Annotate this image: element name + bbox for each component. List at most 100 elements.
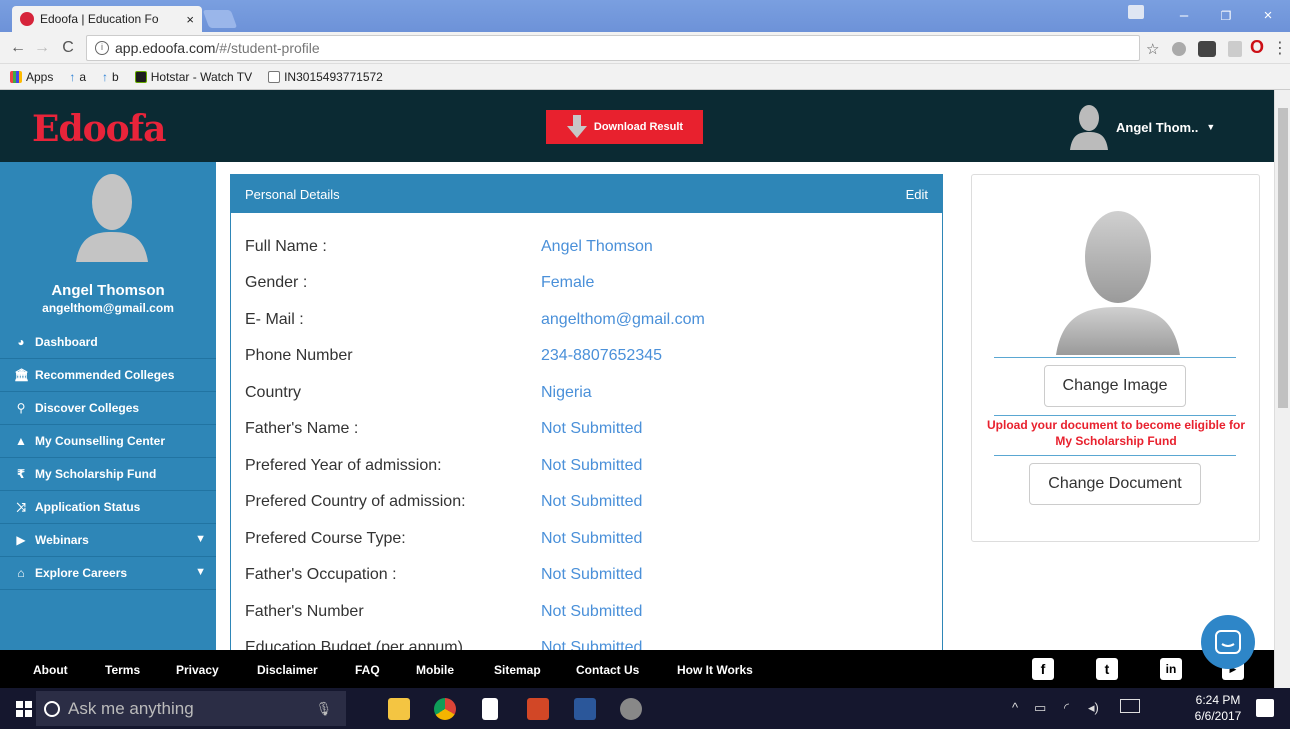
pdf-extension-icon[interactable]: [1228, 41, 1242, 57]
reload-icon[interactable]: C: [58, 38, 78, 58]
new-tab-button[interactable]: [202, 10, 238, 28]
change-document-button[interactable]: Change Document: [1029, 463, 1201, 505]
detail-value: Not Submitted: [541, 420, 643, 437]
globe-extension-icon[interactable]: [1172, 42, 1186, 56]
close-window-button[interactable]: ×: [1250, 4, 1286, 28]
chrome-menu-icon[interactable]: ⋮: [1272, 38, 1288, 58]
site-header: Edoofa Download Result Angel Thom.. ▼: [0, 90, 1274, 162]
detail-row: Country Nigeria: [245, 375, 925, 411]
dashboard-icon: ◕: [17, 335, 25, 349]
tab-title: Edoofa | Education Fo: [40, 12, 159, 26]
bookmark-b[interactable]: ↑ b: [102, 70, 119, 84]
bookmark-label: a: [79, 69, 87, 84]
download-result-button[interactable]: Download Result: [546, 110, 703, 144]
microphone-icon[interactable]: 🎙: [315, 701, 332, 717]
bookmark-hotstar[interactable]: Hotstar - Watch TV: [134, 69, 253, 84]
scrollbar-thumb[interactable]: [1278, 108, 1288, 408]
sidebar-item-explore-careers[interactable]: ⌂ Explore Careers ▼: [0, 557, 216, 590]
detail-label: Gender :: [245, 274, 308, 291]
edit-button[interactable]: Edit: [906, 187, 928, 202]
sidebar-item-application-status[interactable]: ⤨ Application Status: [0, 491, 216, 524]
footer-link-mobile[interactable]: Mobile: [416, 663, 454, 677]
windows-start-icon[interactable]: [16, 701, 32, 717]
detail-label: Country: [245, 384, 302, 401]
chat-widget-button[interactable]: [1201, 615, 1255, 669]
bookmark-apps[interactable]: Apps: [10, 70, 53, 84]
institution-icon: 🏛: [14, 368, 30, 382]
sidebar-item-recommended-colleges[interactable]: 🏛 Recommended Colleges: [0, 359, 216, 392]
footer-link-privacy[interactable]: Privacy: [176, 663, 219, 677]
bookmark-label: Hotstar - Watch TV: [150, 69, 253, 84]
personal-details-header: Personal Details Edit: [231, 175, 942, 213]
tray-chevron-icon[interactable]: ^: [1012, 700, 1018, 715]
footer-link-contact-us[interactable]: Contact Us: [576, 663, 639, 677]
edoofa-logo[interactable]: Edoofa: [32, 108, 166, 150]
file-explorer-icon[interactable]: [388, 698, 410, 720]
sidebar-item-label: Webinars: [35, 533, 89, 547]
upload-document-message: Upload your document to become eligible …: [986, 418, 1246, 448]
powerpoint-icon[interactable]: [527, 698, 549, 720]
detail-row: Education Budget (per annum) Not Submitte…: [245, 630, 925, 652]
info-icon[interactable]: i: [95, 41, 109, 55]
detail-row: Full Name : Angel Thomson: [245, 229, 925, 265]
detail-row: Gender : Female: [245, 265, 925, 301]
profile-image-panel: Change Image Upload your document to bec…: [971, 174, 1260, 542]
url-path: /#/student-profile: [215, 40, 320, 56]
footer-link-disclaimer[interactable]: Disclaimer: [257, 663, 318, 677]
detail-value: Not Submitted: [541, 493, 643, 510]
user-menu[interactable]: Angel Thom.. ▼: [1070, 104, 1215, 150]
linkedin-icon[interactable]: in: [1160, 658, 1182, 680]
minimize-button[interactable]: –: [1166, 4, 1202, 28]
sidebar-item-scholarship-fund[interactable]: ₹ My Scholarship Fund: [0, 458, 216, 491]
bookmark-label: b: [112, 69, 119, 84]
notepad-icon[interactable]: [482, 698, 498, 720]
page-scrollbar[interactable]: [1274, 90, 1290, 688]
divider: [994, 357, 1236, 358]
sidebar-item-dashboard[interactable]: ◕ Dashboard: [0, 326, 216, 359]
edoofa-favicon-icon: [20, 12, 34, 26]
url-bar[interactable]: i app.edoofa.com/#/student-profile: [86, 35, 1140, 61]
footer-link-about[interactable]: About: [33, 663, 68, 677]
sidebar-item-discover-colleges[interactable]: ⚲ Discover Colleges: [0, 392, 216, 425]
taskbar-clock[interactable]: 6:24 PM 6/6/2017: [1190, 692, 1246, 724]
extension-icon[interactable]: [1198, 41, 1216, 57]
detail-label: Father's Occupation :: [245, 566, 397, 583]
notifications-icon[interactable]: [1256, 699, 1274, 717]
sidebar-item-webinars[interactable]: ▶ Webinars ▼: [0, 524, 216, 557]
video-icon: ▶: [16, 533, 26, 547]
word-icon[interactable]: [574, 698, 596, 720]
restore-button[interactable]: ❐: [1208, 4, 1244, 28]
change-image-button[interactable]: Change Image: [1044, 365, 1186, 407]
bookmark-star-icon[interactable]: ☆: [1146, 40, 1159, 58]
bookmark-favicon-icon: ↑: [102, 69, 109, 84]
bookmark-document[interactable]: IN3015493771572: [268, 70, 383, 84]
footer-link-faq[interactable]: FAQ: [355, 663, 380, 677]
volume-icon[interactable]: ◂): [1088, 700, 1099, 716]
sidebar-item-counselling-center[interactable]: ▲ My Counselling Center: [0, 425, 216, 458]
footer-link-sitemap[interactable]: Sitemap: [494, 663, 541, 677]
keyboard-icon[interactable]: [1120, 699, 1140, 713]
bookmark-a[interactable]: ↑ a: [69, 70, 86, 84]
cortana-search-box[interactable]: Ask me anything 🎙: [36, 691, 346, 726]
battery-icon[interactable]: ▭: [1034, 700, 1046, 716]
facebook-icon[interactable]: f: [1032, 658, 1054, 680]
detail-label: Prefered Year of admission:: [245, 457, 442, 474]
footer-link-terms[interactable]: Terms: [105, 663, 140, 677]
detail-value: Nigeria: [541, 384, 592, 401]
back-icon[interactable]: ←: [8, 38, 28, 58]
browser-tab[interactable]: Edoofa | Education Fo ×: [12, 6, 202, 32]
detail-value: Not Submitted: [541, 566, 643, 583]
wifi-icon[interactable]: ◜: [1064, 700, 1069, 716]
sidebar-item-label: Application Status: [35, 500, 141, 514]
tab-close-icon[interactable]: ×: [186, 12, 194, 27]
forward-icon[interactable]: →: [32, 38, 52, 58]
user-profile-icon[interactable]: [1128, 5, 1144, 19]
hotstar-icon: [134, 70, 147, 83]
paint-icon[interactable]: [620, 698, 642, 720]
divider: [994, 455, 1236, 456]
chrome-taskbar-icon[interactable]: [434, 698, 456, 720]
caret-down-icon: ▼: [1206, 122, 1216, 132]
footer-link-how-it-works[interactable]: How It Works: [677, 663, 753, 677]
opera-extension-icon[interactable]: O: [1250, 37, 1264, 58]
twitter-icon[interactable]: t: [1096, 658, 1118, 680]
